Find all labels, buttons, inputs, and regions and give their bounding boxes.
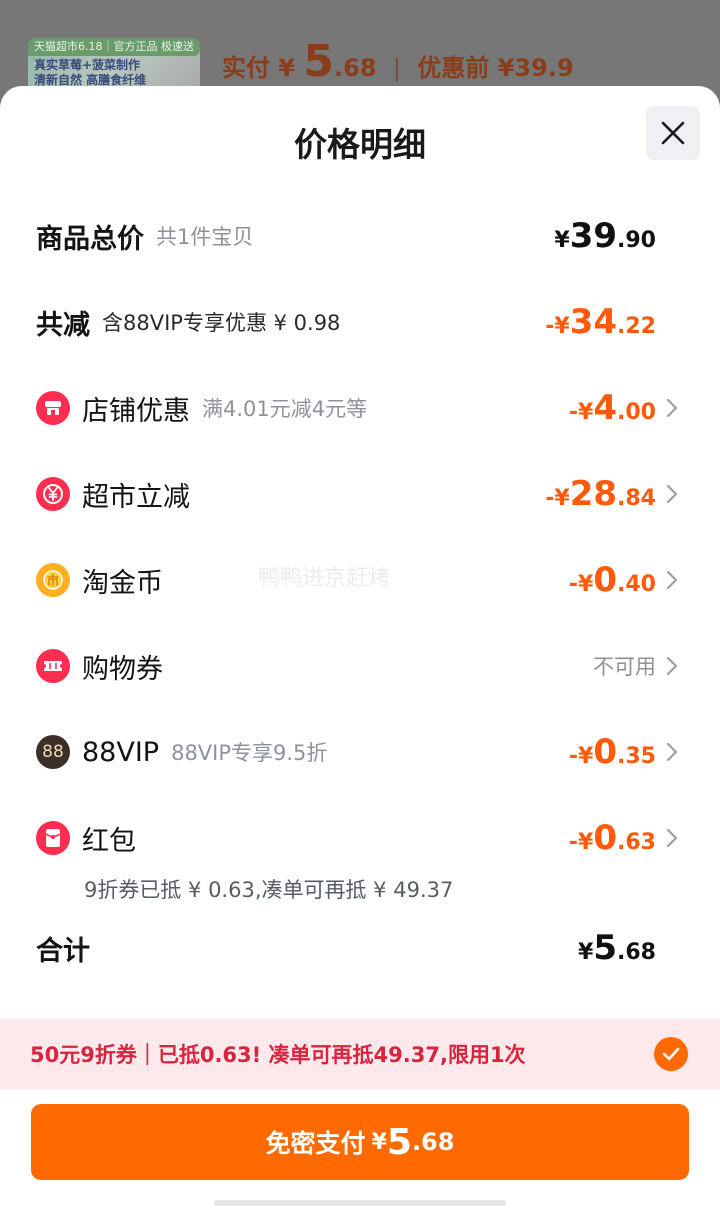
row-sum-amount: ¥5.68 (578, 928, 656, 968)
amount-currency: -¥ (568, 572, 594, 597)
price-separator: | (392, 54, 402, 82)
coin-icon (36, 563, 70, 597)
row-store-label: 店铺优惠 (82, 395, 190, 427)
amount-currency: -¥ (568, 744, 594, 769)
amount-int: 4 (593, 388, 618, 428)
amount-int: 0 (593, 818, 618, 858)
chevron-right-icon (666, 742, 678, 762)
product-thumbnail-line-1: 真实草莓+菠菜制作 (34, 58, 141, 72)
row-voucher-label: 购物券 (82, 653, 163, 685)
check-icon[interactable] (654, 1037, 688, 1071)
amount-dec: .22 (617, 314, 656, 339)
amount-dec: .63 (617, 830, 656, 855)
row-shopping-voucher[interactable]: 购物券 不可用 (0, 636, 720, 696)
paid-dec: .68 (334, 54, 377, 82)
chevron-right-icon (666, 570, 678, 590)
row-red-packet[interactable]: 红包 -¥0.63 (0, 808, 720, 868)
row-market-discount[interactable]: 超市立减 -¥28.84 (0, 464, 720, 524)
chevron-right-icon (666, 398, 678, 418)
row-store-amount: -¥4.00 (569, 388, 656, 428)
amount-dec: .84 (617, 486, 656, 511)
paid-int: 5 (303, 36, 335, 87)
amount-currency: -¥ (568, 830, 594, 855)
row-total-label: 商品总价 (36, 223, 144, 255)
row-vip-amount: -¥0.35 (569, 732, 656, 772)
amount-int: 0 (593, 560, 618, 600)
row-reduce-label: 共减 (36, 309, 90, 341)
amount-dec: .68 (617, 940, 656, 965)
home-indicator (214, 1200, 506, 1206)
paid-currency: ¥ (278, 54, 296, 82)
pay-dec: .68 (411, 1128, 455, 1156)
row-store-sub: 满4.01元减4元等 (202, 397, 368, 421)
amount-dec: .90 (617, 228, 656, 253)
row-total-price: 商品总价 共1件宝贝 ¥39.90 (0, 206, 720, 266)
row-total-reduction: 共减 含88VIP专享优惠 ¥ 0.98 -¥34.22 (0, 292, 720, 352)
store-icon (36, 391, 70, 425)
amount-currency: ¥ (554, 228, 570, 253)
amount-currency: -¥ (545, 486, 570, 511)
product-thumbnail-badge: 天猫超市6.18｜官方正品 极速送达 (28, 38, 200, 71)
amount-int: 28 (569, 474, 618, 514)
row-reduce-sub: 含88VIP专享优惠 ¥ 0.98 (102, 311, 341, 335)
close-button[interactable] (646, 106, 700, 160)
row-market-label: 超市立减 (82, 481, 190, 513)
chevron-right-icon (666, 484, 678, 504)
pay-int: 5 (386, 1121, 412, 1163)
pay-currency: ¥ (371, 1129, 387, 1155)
yen-icon (36, 477, 70, 511)
chevron-right-icon (666, 828, 678, 848)
amount-int: 39 (569, 216, 618, 256)
amount-int: 0 (593, 732, 618, 772)
amount-dec: .00 (617, 400, 656, 425)
row-total-amount: ¥39.90 (554, 216, 656, 256)
pre-discount-price: 优惠前 ¥39.9 (417, 54, 574, 82)
row-redpacket-sub: 9折券已抵 ¥ 0.63,凑单可再抵 ¥ 49.37 (84, 878, 454, 902)
pay-button-label: 免密支付 (265, 1129, 366, 1158)
row-sum-total: 合计 ¥5.68 (0, 918, 720, 978)
row-sum-label: 合计 (36, 935, 90, 967)
price-detail-sheet: 价格明细 鸭鸭进京赶烤 商品总价 共1件宝贝 ¥39.90 共减 含88VIP专… (0, 86, 720, 1211)
row-coin-amount: -¥0.40 (569, 560, 656, 600)
paid-label: 实付 (222, 54, 270, 82)
row-store-discount[interactable]: 店铺优惠 满4.01元减4元等 -¥4.00 (0, 378, 720, 438)
product-thumbnail-text: 真实草莓+菠菜制作 清新自然 高膳食纤维 (34, 58, 146, 88)
row-reduce-amount: -¥34.22 (545, 302, 656, 342)
row-redpacket-amount: -¥0.63 (569, 818, 656, 858)
amount-int: 5 (593, 928, 618, 968)
row-voucher-status: 不可用 (593, 655, 656, 679)
red-packet-icon (36, 821, 70, 855)
close-icon (661, 121, 685, 145)
amount-int: 34 (569, 302, 618, 342)
row-total-sub: 共1件宝贝 (156, 225, 254, 249)
chevron-right-icon (666, 656, 678, 676)
vip-icon-text: 88 (42, 742, 64, 762)
amount-currency: ¥ (578, 940, 594, 965)
ticket-icon (36, 649, 70, 683)
row-vip-sub: 88VIP专享9.5折 (171, 741, 328, 765)
row-coin-label: 淘金币 (82, 567, 163, 599)
password-free-pay-button[interactable]: 免密支付 ¥ 5.68 (31, 1104, 689, 1180)
row-redpacket-label: 红包 (82, 825, 136, 857)
vip-88-icon: 88 (36, 735, 70, 769)
row-market-amount: -¥28.84 (545, 474, 656, 514)
amount-dec: .40 (617, 572, 656, 597)
row-taojinbi[interactable]: 淘金币 -¥0.40 (0, 550, 720, 610)
background-price: 实付 ¥ 5.68 | 优惠前 ¥39.9 (222, 36, 574, 87)
row-88vip[interactable]: 88 88VIP 88VIP专享9.5折 -¥0.35 (0, 722, 720, 782)
promo-text: 50元9折券｜已抵0.63! 凑单可再抵49.37,限用1次 (30, 1043, 526, 1067)
amount-currency: -¥ (545, 314, 570, 339)
coupon-promo-bar[interactable]: 50元9折券｜已抵0.63! 凑单可再抵49.37,限用1次 (0, 1019, 720, 1089)
amount-currency: -¥ (568, 400, 594, 425)
row-vip-label: 88VIP (82, 736, 160, 768)
sheet-title: 价格明细 (294, 125, 426, 164)
amount-dec: .35 (617, 744, 656, 769)
